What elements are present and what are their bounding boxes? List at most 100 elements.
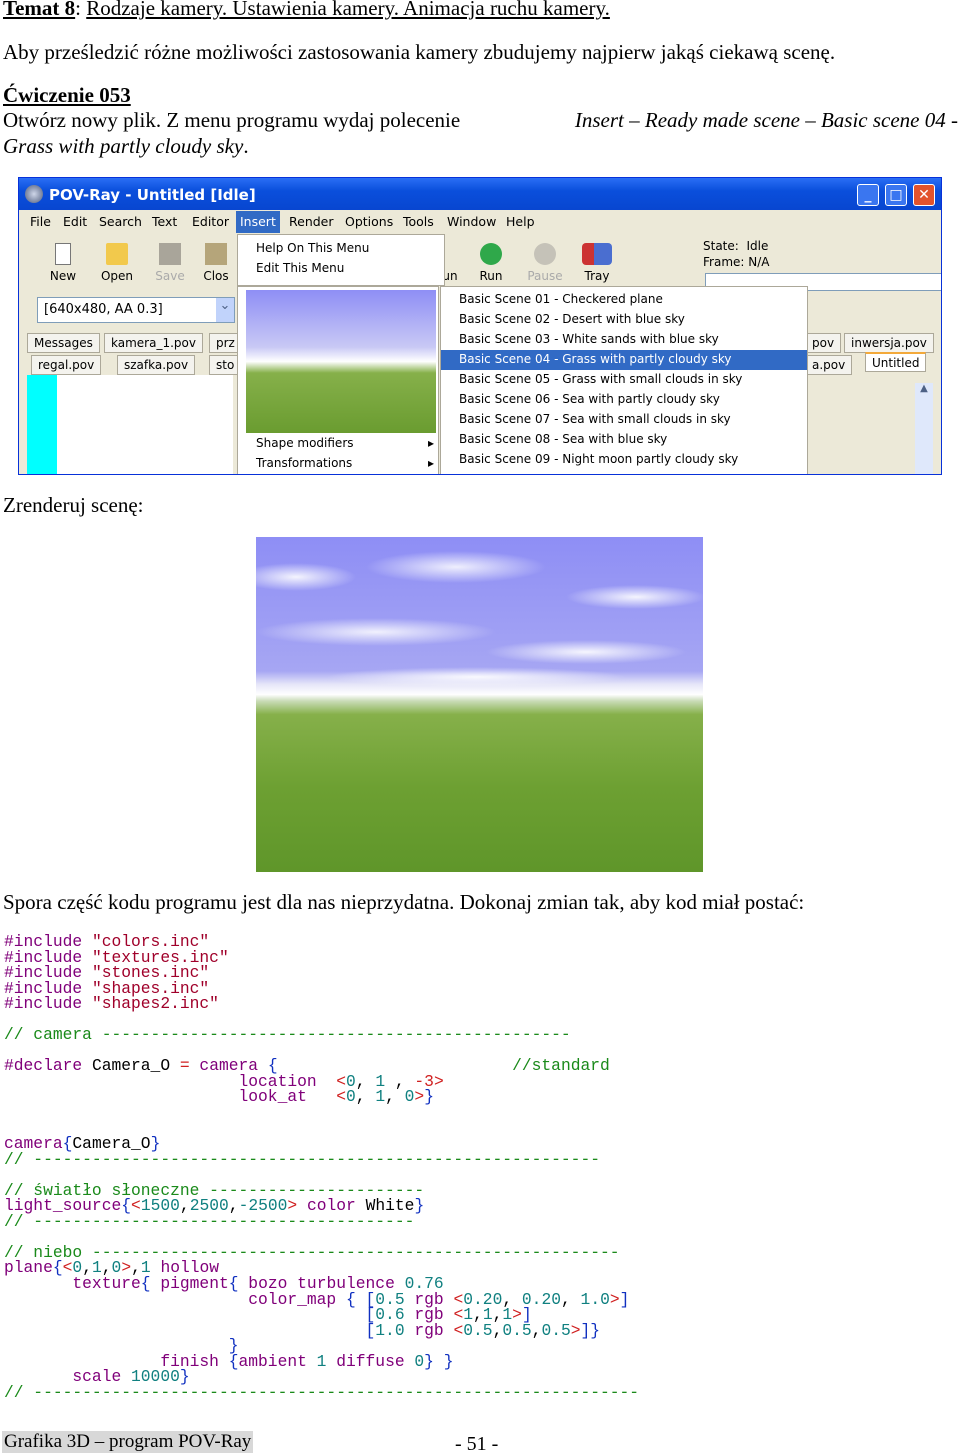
editor-area[interactable] [27, 375, 233, 474]
code-token: < [453, 1320, 464, 1340]
code-token: rgb [414, 1320, 454, 1340]
code-token: { [228, 1351, 239, 1371]
code-token: > [609, 1289, 620, 1309]
menu-item-shape-modifiers[interactable]: Shape modifiers ▸ [238, 434, 438, 454]
close-folder-icon [205, 243, 227, 265]
resolution-select[interactable]: [640x480, AA 0.3] ⌄ [37, 297, 235, 323]
save-icon [159, 243, 181, 265]
code-token: 0.5 [463, 1320, 493, 1340]
menu-search[interactable]: Search [99, 214, 142, 229]
new-button[interactable]: New [43, 243, 83, 283]
tab-kamera-1[interactable]: kamera_1.pov [104, 333, 203, 353]
code-token: #include [4, 994, 92, 1014]
code-token: ] [619, 1289, 630, 1309]
code-token: } } [424, 1351, 454, 1371]
menu-help[interactable]: Help [506, 214, 535, 229]
code-token: , [531, 1320, 542, 1340]
exercise-text-line1: Otwórz nowy plik. Z menu programu wydaj … [3, 108, 958, 132]
tab-messages[interactable]: Messages [27, 333, 100, 353]
code-token: // camera ------------------------------… [4, 1025, 571, 1045]
menu-render[interactable]: Render [289, 214, 334, 229]
pause-icon [534, 243, 556, 265]
chevron-down-icon: ⌄ [216, 298, 234, 322]
code-token: look_at [4, 1087, 337, 1107]
code-intro: Spora część kodu programu jest dla nas n… [3, 890, 805, 914]
code-token: , [385, 1087, 405, 1107]
intro-paragraph: Aby prześledzić różne możliwości zastoso… [3, 40, 836, 64]
scene-item-02[interactable]: Basic Scene 02 - Desert with blue sky [441, 310, 807, 330]
scrollbar[interactable]: ▲ [915, 383, 933, 474]
menu-file[interactable]: File [30, 214, 51, 229]
tab-pov[interactable]: pov [805, 333, 842, 353]
topic-heading: Temat 8: Rodzaje kamery. Ustawienia kame… [3, 0, 610, 20]
title-bar: POV-Ray - Untitled [Idle] _ □ ✕ [19, 178, 941, 210]
menu-options[interactable]: Options [345, 214, 393, 229]
menu-item-edit-this-menu[interactable]: Edit This Menu [256, 261, 344, 275]
close-button[interactable]: ✕ [913, 184, 935, 206]
menu-item-help-on-this-menu[interactable]: Help On This Menu [256, 241, 369, 255]
scene-item-05[interactable]: Basic Scene 05 - Grass with small clouds… [441, 370, 807, 390]
exercise-text-line2: Grass with partly cloudy sky. [3, 134, 249, 158]
close-file-button[interactable]: Clos [199, 243, 233, 283]
run-icon [480, 243, 502, 265]
run-button[interactable]: Run [471, 243, 511, 283]
code-token: , [492, 1320, 503, 1340]
menu-insert[interactable]: Insert [236, 211, 280, 233]
code-line: // -------------------------------------… [4, 1149, 639, 1169]
code-token: ]} [580, 1320, 601, 1340]
pause-button[interactable]: Pause [525, 243, 565, 283]
open-folder-icon [106, 243, 128, 265]
code-line: // camera ------------------------------… [4, 1027, 639, 1043]
scene-item-07[interactable]: Basic Scene 07 - Sea with small clouds i… [441, 410, 807, 430]
save-button[interactable]: Save [150, 243, 190, 283]
scene-item-04-selected[interactable]: Basic Scene 04 - Grass with partly cloud… [441, 350, 807, 370]
exercise-title: Ćwiczenie 053 [3, 83, 131, 107]
code-token: 0 [345, 1087, 356, 1107]
footer-title: Grafika 3D – program POV-Ray [2, 1431, 254, 1453]
code-line: #include "shapes2.inc" [4, 996, 639, 1012]
tab-inwersja[interactable]: inwersja.pov [844, 333, 934, 353]
maximize-button[interactable]: □ [885, 184, 907, 206]
code-token: "shapes2.inc" [91, 994, 219, 1014]
run-partial-icon [445, 243, 455, 265]
scene-item-08[interactable]: Basic Scene 08 - Sea with blue sky [441, 430, 807, 450]
submenu-arrow-icon: ▸ [427, 456, 434, 470]
scene-item-03[interactable]: Basic Scene 03 - White sands with blue s… [441, 330, 807, 350]
minimize-button[interactable]: _ [857, 184, 879, 206]
menu-editor[interactable]: Editor [192, 214, 229, 229]
scene-item-06[interactable]: Basic Scene 06 - Sea with partly cloudy … [441, 390, 807, 410]
menu-tools[interactable]: Tools [403, 214, 434, 229]
tab-a-pov[interactable]: a.pov [805, 355, 853, 375]
rendered-scene-image [256, 537, 703, 872]
code-token: // -------------------------------------… [4, 1211, 415, 1231]
insert-submenu: Shape modifiers ▸ Transformations ▸ [237, 286, 439, 474]
tab-sto[interactable]: sto [209, 355, 239, 375]
menu-window[interactable]: Window [447, 214, 496, 229]
povray-window-screenshot: POV-Ray - Untitled [Idle] _ □ ✕ File Edi… [18, 177, 942, 475]
code-line: // -------------------------------------… [4, 1211, 639, 1231]
menu-edit[interactable]: Edit [63, 214, 87, 229]
menu-text[interactable]: Text [152, 214, 177, 229]
code-token: // -------------------------------------… [4, 1149, 600, 1169]
tab-untitled[interactable]: Untitled [865, 352, 927, 372]
menu-item-transformations[interactable]: Transformations ▸ [238, 454, 438, 474]
open-button[interactable]: Open [97, 243, 137, 283]
code-token: < [336, 1087, 346, 1107]
code-token: 0.5 [541, 1320, 571, 1340]
code-token: 1 [316, 1351, 337, 1371]
tray-icon [582, 243, 612, 265]
code-token: diffuse [336, 1351, 415, 1371]
scene-item-01[interactable]: Basic Scene 01 - Checkered plane [441, 290, 807, 310]
code-token: > [414, 1087, 425, 1107]
scroll-up-icon: ▲ [920, 383, 928, 394]
tab-regal[interactable]: regal.pov [31, 355, 102, 375]
tray-button[interactable]: Tray [577, 243, 617, 283]
tab-prz[interactable]: prz [209, 333, 239, 353]
menu-bar: File Edit Search Text Editor Insert Rend… [19, 211, 941, 233]
code-token: , [561, 1289, 581, 1309]
code-token: 1.0 [375, 1320, 415, 1340]
scene-item-09[interactable]: Basic Scene 09 - Night moon partly cloud… [441, 450, 807, 470]
code-token: } [414, 1196, 425, 1216]
tab-szafka[interactable]: szafka.pov [117, 355, 196, 375]
